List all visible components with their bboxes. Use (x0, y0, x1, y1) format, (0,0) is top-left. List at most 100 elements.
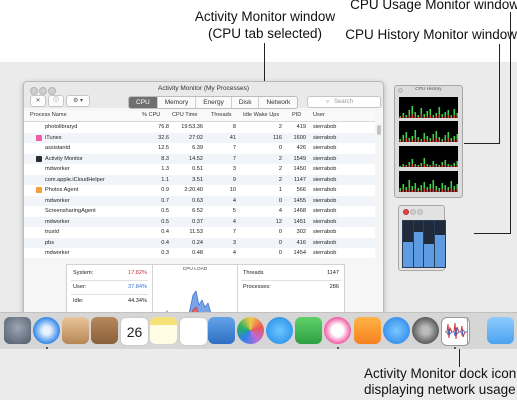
preview-icon[interactable] (62, 317, 89, 344)
table-row[interactable]: photolibraryd 76.8 19:53.36 8 2 419 sierrabob (24, 122, 375, 133)
cpu-percent: 32.6 (158, 134, 169, 141)
launchpad-icon[interactable] (4, 317, 31, 344)
cpu-time: 27:02 (189, 134, 203, 141)
ibooks-icon[interactable] (354, 317, 381, 344)
cpu-history-bar (420, 141, 423, 142)
table-row[interactable]: Photos Agent 0.9 2:20.40 10 1 566 sierrabob (24, 185, 375, 196)
running-indicator (46, 347, 48, 349)
column-cpu[interactable]: % CPU (142, 112, 160, 118)
quit-process-button[interactable]: ✕ (30, 95, 46, 107)
search-field[interactable]: ⌕ Search (307, 96, 381, 108)
gear-menu-button[interactable]: ⚙ ▾ (66, 95, 90, 107)
table-row[interactable]: mdworker 1.3 0.51 3 2 1450 sierrabob (24, 164, 375, 175)
tab-network[interactable]: Network (259, 97, 297, 108)
cpu-history-bar (426, 190, 429, 192)
tab-disk[interactable]: Disk (232, 97, 260, 108)
network-usage-graph (445, 322, 467, 340)
user: sierrabob (313, 187, 337, 193)
cpu-history-bar (423, 164, 426, 167)
cpu-history-bar (456, 116, 459, 118)
activity-monitor-dock-icon[interactable] (441, 317, 470, 346)
inspect-button[interactable]: ⓘ (48, 95, 64, 107)
app-store-icon[interactable] (383, 317, 410, 344)
table-row[interactable]: assistantd 12.5 6.39 7 0 426 sierrabob (24, 143, 375, 154)
process-name: assistantd (45, 145, 71, 151)
pid: 1454 (293, 250, 306, 256)
column-user[interactable]: User (313, 112, 325, 118)
process-name: pbs (45, 239, 55, 246)
cpu-history-bar (447, 115, 450, 118)
safari-icon[interactable] (33, 317, 60, 344)
tab-energy[interactable]: Energy (196, 97, 232, 108)
facetime-icon[interactable] (295, 317, 322, 344)
idle-wake-ups: 4 (278, 208, 282, 214)
cpu-history-bar (426, 166, 429, 167)
cpu-core-usage-fill (434, 235, 445, 267)
column-pid[interactable]: PID (292, 112, 301, 118)
cpu-history-bar (414, 138, 417, 142)
tab-cpu[interactable]: CPU (129, 97, 158, 108)
system-preferences-icon[interactable] (412, 317, 439, 344)
keynote-icon[interactable] (208, 317, 235, 344)
cpu-history-core-graph (399, 121, 459, 142)
table-row[interactable]: iTunes 32.6 27:02 41 116 1600 sierrabob (24, 132, 375, 143)
tab-memory[interactable]: Memory (158, 97, 197, 108)
table-row[interactable]: Activity Monitor 8.3 14.52 7 2 1549 sierrabob (24, 153, 375, 164)
calendar-icon[interactable]: 26 (120, 317, 149, 346)
minimize-button[interactable] (410, 209, 416, 215)
search-icon: ⌕ (326, 99, 330, 105)
notes-icon[interactable] (150, 317, 177, 344)
threads: 8 (232, 124, 236, 130)
idle-wake-ups: 12 (275, 218, 282, 225)
pid: 416 (296, 239, 306, 246)
column-idle-wake-ups[interactable]: Idle Wake Ups (243, 112, 279, 118)
column-cpu-time[interactable]: CPU Time (172, 112, 198, 118)
column-threads[interactable]: Threads (211, 112, 232, 118)
table-row[interactable]: com.apple.iCloudHelper 1.1 3.51 9 2 1147 sierr… (24, 174, 375, 185)
table-row[interactable]: mdworker 0.7 0.63 4 0 1455 sierrabob (24, 195, 375, 206)
contacts-icon[interactable] (91, 317, 118, 344)
table-row[interactable]: mdworker 0.3 0.48 4 0 1454 sierrabob (24, 248, 375, 258)
cpu-history-bar (411, 164, 414, 167)
cpu-history-bar (429, 115, 432, 118)
messages-icon[interactable] (266, 317, 293, 344)
threads: 7 (232, 155, 236, 162)
pid: 1451 (293, 218, 306, 225)
cpu-history-bar (417, 191, 420, 192)
threads: 10 (229, 187, 236, 193)
scrollbar-thumb[interactable] (377, 125, 381, 135)
cpu-history-bar (453, 190, 456, 192)
threads: 7 (232, 145, 236, 151)
table-scrollbar[interactable] (376, 122, 382, 258)
process-name: mdworker (45, 197, 70, 204)
table-header: Process Name % CPU CPU Time Threads Idle… (24, 111, 375, 122)
cpu-history-bar (417, 140, 420, 142)
threads: 4 (232, 197, 236, 204)
folder-icon[interactable] (487, 317, 514, 344)
process-name: mdworker (45, 218, 70, 225)
cpu-history-bar (450, 188, 453, 192)
reminders-icon[interactable] (179, 317, 208, 346)
processes-label: Processes: (243, 284, 271, 290)
cpu-history-bar (435, 190, 438, 192)
table-row[interactable]: ScreensharingAgent 0.5 6.52 5 4 1468 sierrabob (24, 206, 375, 217)
cpu-history-bar (456, 139, 459, 142)
itunes-icon[interactable] (324, 317, 351, 344)
close-button[interactable] (403, 209, 409, 215)
pid: 1549 (293, 155, 306, 162)
cpu-history-bar (444, 140, 447, 142)
cpu-core-usage-fill (413, 232, 424, 267)
system-value: 17.82% (128, 270, 147, 276)
zoom-button[interactable] (417, 209, 423, 215)
cpu-history-bar (408, 115, 411, 118)
cpu-history-bar (417, 117, 420, 118)
cpu-history-core-graph (399, 97, 459, 118)
idle-wake-ups: 0 (278, 239, 282, 246)
table-row[interactable]: mdworker 0.5 0.37 4 12 1451 sierrabob (24, 216, 375, 227)
table-row[interactable]: pbs 0.4 0.24 3 0 416 sierrabob (24, 237, 375, 248)
column-process-name[interactable]: Process Name (30, 112, 67, 118)
cpu-history-bar (426, 116, 429, 118)
table-row[interactable]: trustd 0.4 11.53 7 0 302 sierrabob (24, 227, 375, 238)
photos-icon[interactable] (237, 317, 264, 344)
threads: 4 (232, 250, 236, 256)
